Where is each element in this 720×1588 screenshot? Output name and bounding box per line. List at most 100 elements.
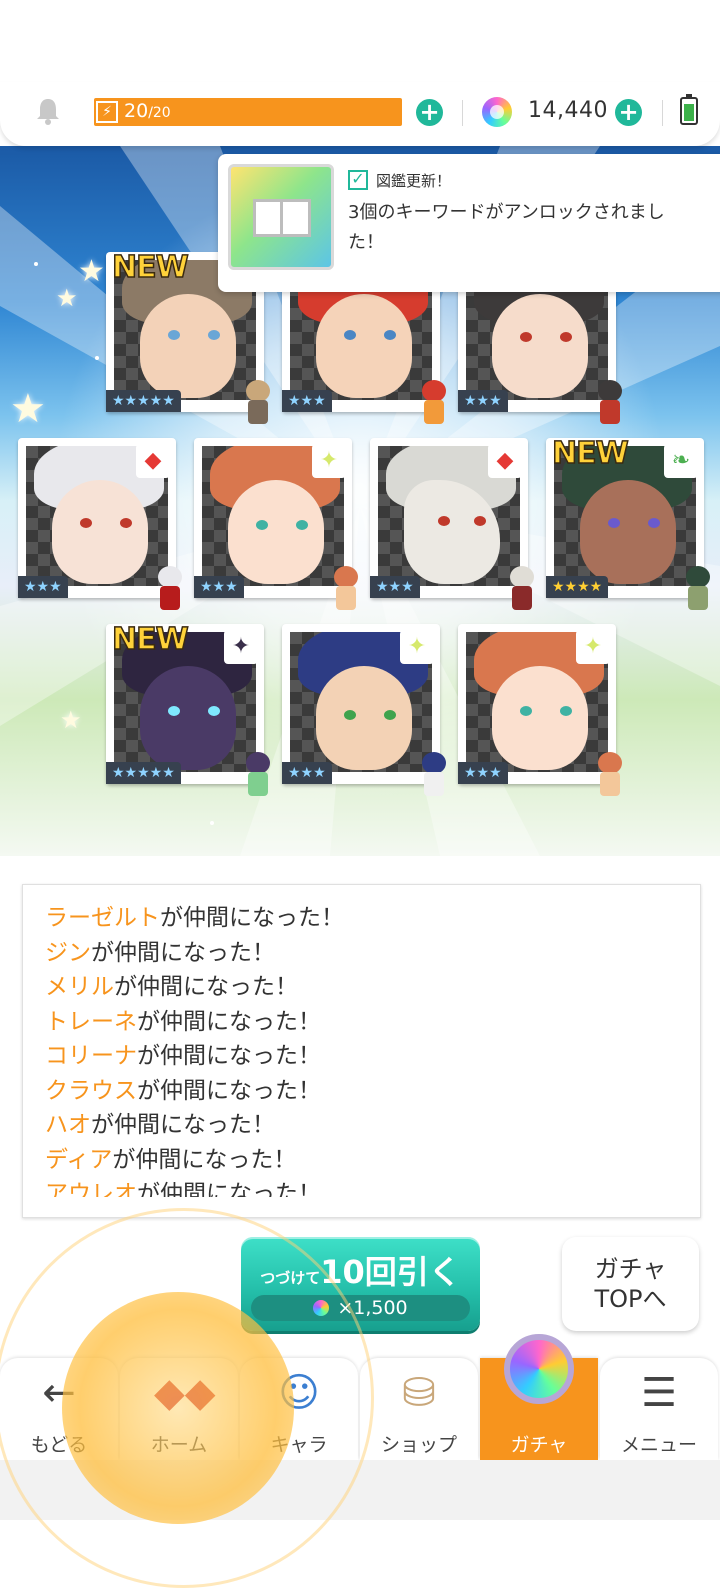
log-line: クラウスが仲間になった！ <box>45 1074 690 1109</box>
lightning-icon: ⚡ <box>96 101 118 123</box>
wind-attribute-icon: ❧ <box>664 444 698 478</box>
encyclopedia-book-icon <box>228 164 334 270</box>
rarity-stars: ★★★★★ <box>106 762 181 784</box>
rarity-stars: ★★★★ <box>546 576 609 598</box>
pull-button-label: つづけて10回引く <box>241 1247 480 1293</box>
notification-title: 図鑑更新！ <box>376 172 452 190</box>
sparkle-icon: ★ <box>10 386 46 432</box>
stamina-current: 20 <box>124 100 149 122</box>
nav-characters[interactable]: ☺ キャラ <box>240 1358 358 1460</box>
rarity-stars: ★★★ <box>282 390 332 412</box>
log-line: ラーゼルトが仲間になった！ <box>45 901 690 936</box>
gacha-top-line1: ガチャ <box>594 1255 667 1283</box>
rarity-stars: ★★★ <box>458 390 508 412</box>
character-name: メリル <box>45 974 114 1000</box>
result-log-panel[interactable]: ラーゼルトが仲間になった！ ジンが仲間になった！ メリルが仲間になった！ トレー… <box>22 884 701 1218</box>
log-line: ジンが仲間になった！ <box>45 936 690 971</box>
gacha-top-button[interactable]: ガチャ TOPへ <box>562 1237 699 1331</box>
rarity-stars: ★★★ <box>282 762 332 784</box>
sparkle-dot <box>210 821 214 825</box>
fire-attribute-icon: ◆ <box>136 444 170 478</box>
notification-message: 3個のキーワードがアンロックされました！ <box>348 202 665 253</box>
gacha-top-line2: TOPへ <box>594 1285 667 1313</box>
rarity-stars: ★★★ <box>194 576 244 598</box>
light-attribute-icon: ✦ <box>312 444 346 478</box>
character-card[interactable]: NEW ❧ ★★★★ <box>546 435 710 610</box>
add-gems-button[interactable]: + <box>615 99 642 126</box>
chibi-sprite <box>414 380 454 428</box>
character-card[interactable]: ✦ ★★★ <box>194 438 358 610</box>
new-badge: NEW <box>551 435 629 472</box>
sparkle-icon: ★ <box>78 254 105 289</box>
character-name: ジン <box>45 939 91 966</box>
nav-back[interactable]: ← もどる <box>0 1358 118 1460</box>
nav-label: ガチャ <box>510 1434 568 1456</box>
log-text: が仲間になった！ <box>137 1077 321 1104</box>
menu-icon: ☰ <box>641 1370 677 1416</box>
chibi-sprite <box>590 380 630 428</box>
notification-bell-icon[interactable] <box>34 96 62 126</box>
gacha-icon <box>504 1334 574 1404</box>
log-line: ハオが仲間になった！ <box>45 1108 690 1143</box>
nav-shop[interactable]: ⛁ ショップ <box>360 1358 478 1460</box>
unlock-notification[interactable]: ✓ 図鑑更新！ 3個のキーワードがアンロックされました！ <box>218 154 720 292</box>
nav-menu[interactable]: ☰ メニュー <box>600 1358 718 1460</box>
new-badge: NEW <box>111 621 189 658</box>
character-card[interactable]: ✦ ★★★ <box>458 624 622 796</box>
log-text: が仲間になった！ <box>160 905 344 931</box>
status-bar <box>0 0 720 82</box>
pull-main-text: 10回引く <box>320 1253 461 1291</box>
nav-home[interactable]: ◆◆ ホーム <box>120 1358 238 1460</box>
rarity-stars: ★★★ <box>370 576 420 598</box>
character-name: クラウス <box>45 1077 137 1104</box>
nav-label: ホーム <box>150 1434 208 1456</box>
log-line: コリーナが仲間になった！ <box>45 1039 690 1074</box>
log-text: が仲間になった！ <box>91 1112 275 1138</box>
sparkle-icon: ★ <box>56 284 78 312</box>
pull-prefix: つづけて <box>260 1269 321 1287</box>
stamina-bar: ⚡ 20/20 <box>94 98 402 126</box>
character-card[interactable]: ✦ ★★★ <box>282 624 446 796</box>
rarity-stars: ★★★★★ <box>106 390 181 412</box>
character-name: トレーネ <box>45 1008 137 1035</box>
nav-gacha[interactable]: ガチャ <box>480 1334 598 1460</box>
log-line: アウレオが仲間になった！ <box>45 1177 690 1197</box>
nav-label: もどる <box>30 1434 88 1456</box>
stamina-max: /20 <box>148 105 171 121</box>
result-log-list[interactable]: ラーゼルトが仲間になった！ ジンが仲間になった！ メリルが仲間になった！ トレー… <box>45 901 690 1197</box>
light-attribute-icon: ✦ <box>576 630 610 664</box>
log-text: が仲間になった！ <box>137 1043 321 1069</box>
stamina-text: 20/20 <box>124 100 171 122</box>
character-icon: ☺ <box>278 1370 320 1416</box>
character-card[interactable]: ◆ ★★★ <box>18 438 182 610</box>
new-badge: NEW <box>111 249 189 286</box>
chibi-sprite <box>150 566 190 614</box>
character-card[interactable]: NEW ✦ ★★★★★ <box>106 621 270 796</box>
add-stamina-button[interactable]: + <box>416 99 443 126</box>
shop-icon: ⛁ <box>402 1370 436 1416</box>
nav-label: ショップ <box>380 1434 457 1456</box>
fire-attribute-icon: ◆ <box>488 444 522 478</box>
nav-label: メニュー <box>620 1434 697 1456</box>
nav-label: キャラ <box>270 1434 328 1456</box>
log-line: トレーネが仲間になった！ <box>45 1005 690 1040</box>
chibi-sprite <box>590 752 630 800</box>
pull-cost-value: ×1,500 <box>337 1297 408 1319</box>
log-line: メリルが仲間になった！ <box>45 970 690 1005</box>
character-name: コリーナ <box>45 1043 137 1069</box>
chibi-sprite <box>502 566 542 614</box>
log-text: が仲間になった！ <box>114 974 298 1000</box>
chibi-sprite <box>238 752 278 800</box>
chibi-sprite <box>678 566 718 614</box>
log-text: が仲間になった！ <box>137 1008 321 1035</box>
divider <box>462 100 463 126</box>
dark-attribute-icon: ✦ <box>224 630 258 664</box>
light-attribute-icon: ✦ <box>400 630 434 664</box>
sparkle-dot <box>34 262 38 266</box>
checkbox-icon: ✓ <box>348 170 368 190</box>
pull-10-again-button[interactable]: つづけて10回引く ×1,500 <box>241 1237 480 1331</box>
character-card[interactable]: ◆ ★★★ <box>370 438 534 610</box>
bottom-navigation: ← もどる ◆◆ ホーム ☺ キャラ ⛁ ショップ ガチャ ☰ メニュー <box>0 1334 720 1460</box>
character-name: ハオ <box>45 1112 91 1138</box>
chibi-sprite <box>414 752 454 800</box>
